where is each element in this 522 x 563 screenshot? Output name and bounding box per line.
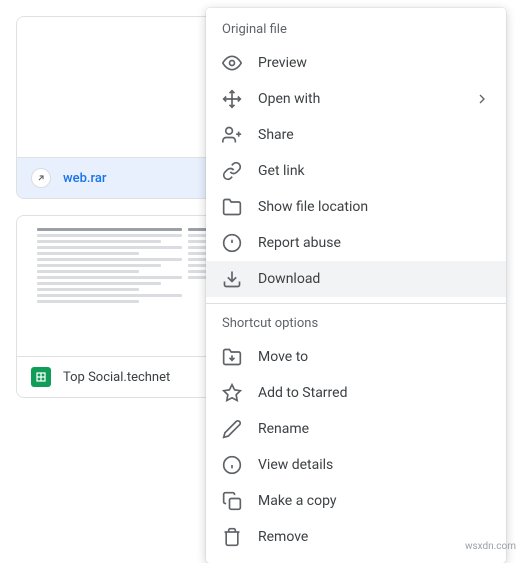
menu-item-add-starred[interactable]: Add to Starred bbox=[206, 375, 506, 411]
download-icon bbox=[222, 269, 242, 289]
menu-section-header: Shortcut options bbox=[206, 310, 506, 339]
context-menu: Original file Preview Open with Share Ge… bbox=[206, 8, 506, 563]
menu-label: Download bbox=[258, 271, 490, 287]
menu-item-share[interactable]: Share bbox=[206, 117, 506, 153]
menu-item-view-details[interactable]: View details bbox=[206, 447, 506, 483]
link-icon bbox=[222, 161, 242, 181]
sheets-icon bbox=[31, 367, 51, 387]
menu-item-move-to[interactable]: Move to bbox=[206, 339, 506, 375]
menu-item-rename[interactable]: Rename bbox=[206, 411, 506, 447]
menu-item-preview[interactable]: Preview bbox=[206, 45, 506, 81]
menu-label: Show file location bbox=[258, 199, 490, 215]
menu-label: Move to bbox=[258, 349, 490, 365]
chevron-right-icon bbox=[474, 91, 490, 107]
menu-item-get-link[interactable]: Get link bbox=[206, 153, 506, 189]
star-icon bbox=[222, 383, 242, 403]
menu-item-make-copy[interactable]: Make a copy bbox=[206, 483, 506, 519]
alert-circle-icon bbox=[222, 233, 242, 253]
menu-label: Add to Starred bbox=[258, 385, 490, 401]
menu-section-header: Original file bbox=[206, 16, 506, 45]
trash-icon bbox=[222, 527, 242, 547]
menu-item-download[interactable]: Download bbox=[206, 261, 506, 297]
info-icon bbox=[222, 455, 242, 475]
menu-label: Preview bbox=[258, 55, 490, 71]
menu-label: View details bbox=[258, 457, 490, 473]
pencil-icon bbox=[222, 419, 242, 439]
person-add-icon bbox=[222, 125, 242, 145]
copy-icon bbox=[222, 491, 242, 511]
menu-item-show-location[interactable]: Show file location bbox=[206, 189, 506, 225]
menu-label: Get link bbox=[258, 163, 490, 179]
menu-label: Make a copy bbox=[258, 493, 490, 509]
menu-item-remove[interactable]: Remove bbox=[206, 519, 506, 555]
menu-label: Open with bbox=[258, 91, 458, 107]
menu-item-report-abuse[interactable]: Report abuse bbox=[206, 225, 506, 261]
credit-text: wsxdn.com bbox=[465, 541, 516, 552]
eye-icon bbox=[222, 53, 242, 73]
folder-move-icon bbox=[222, 347, 242, 367]
menu-label: Report abuse bbox=[258, 235, 490, 251]
shortcut-icon bbox=[31, 168, 51, 188]
file-name-label: Top Social.technet bbox=[63, 370, 170, 385]
folder-icon bbox=[222, 197, 242, 217]
menu-label: Share bbox=[258, 127, 490, 143]
file-name-label: web.rar bbox=[63, 171, 107, 186]
menu-item-open-with[interactable]: Open with bbox=[206, 81, 506, 117]
move-arrows-icon bbox=[222, 89, 242, 109]
menu-label: Remove bbox=[258, 529, 490, 545]
menu-divider bbox=[206, 303, 506, 304]
menu-label: Rename bbox=[258, 421, 490, 437]
